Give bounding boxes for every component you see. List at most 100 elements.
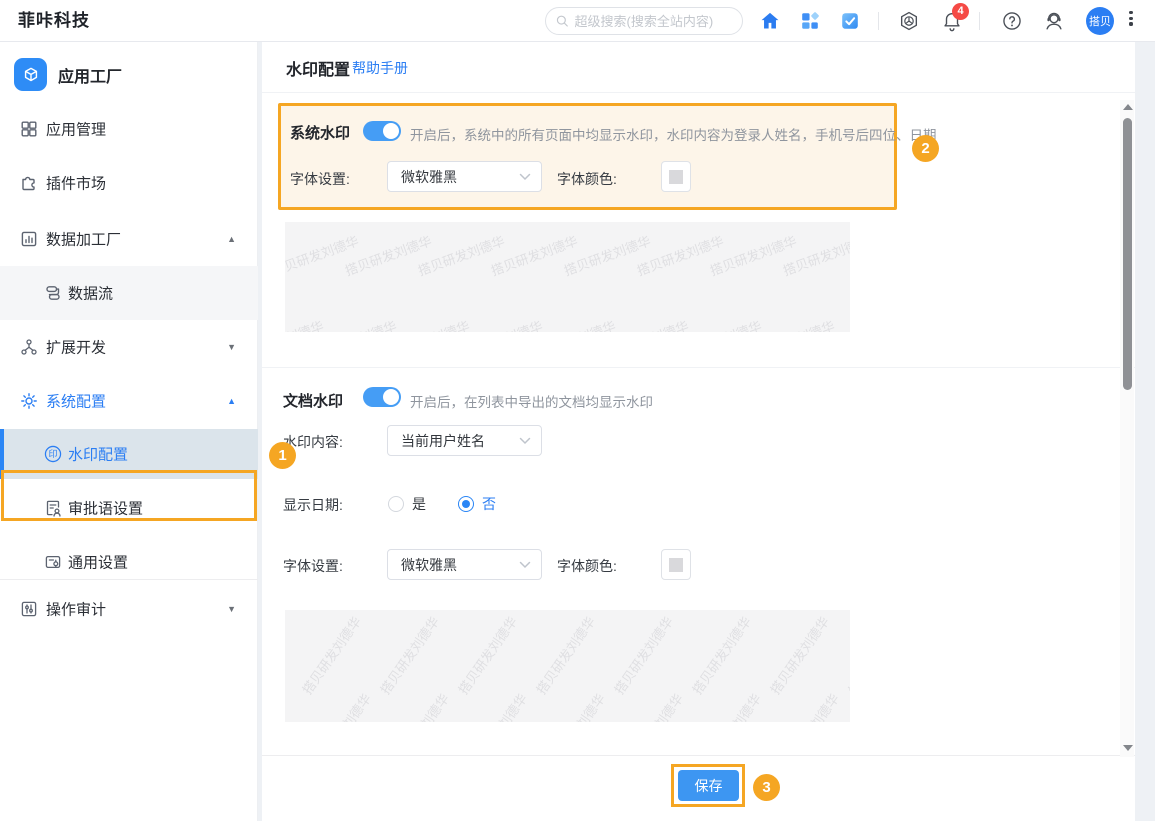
sidebar-item-operation-audit[interactable]: 操作审计 ▼ [0, 582, 258, 636]
notification-badge: 4 [952, 3, 969, 20]
show-date-radio-no[interactable]: 否 [458, 494, 496, 514]
doc-watermark-toggle[interactable] [363, 387, 401, 407]
watermark-text: 搭贝研发刘德华 [697, 689, 765, 722]
sidebar-item-label: 水印配置 [68, 444, 128, 465]
watermark-text: 搭贝研发刘德华 [453, 612, 521, 697]
app-window: 菲咔科技 4 搭贝 应用工厂 应用管理 [0, 0, 1155, 821]
app-management-icon [20, 120, 38, 138]
watermark-content-select[interactable]: 当前用户姓名 [387, 425, 542, 456]
sidebar-item-data-flow[interactable]: 数据流 [0, 266, 258, 320]
approval-doc-icon [44, 499, 62, 517]
home-icon[interactable] [759, 10, 781, 32]
sidebar-item-extension-dev[interactable]: 扩展开发 ▼ [0, 320, 258, 374]
system-watermark-label: 系统水印 [290, 122, 350, 143]
sidebar-item-label: 数据加工厂 [46, 229, 121, 250]
customer-support-icon[interactable] [1043, 10, 1065, 32]
extension-dev-icon [20, 338, 38, 356]
doc-watermark-preview: 搭贝研发刘德华搭贝研发刘德华搭贝研发刘德华搭贝研发刘德华搭贝研发刘德华搭贝研发刘… [285, 610, 850, 722]
help-icon[interactable] [1001, 10, 1023, 32]
radio-circle-icon [458, 496, 474, 512]
doc-watermark-description: 开启后，在列表中导出的文档均显示水印 [410, 391, 653, 411]
search-input[interactable] [575, 14, 732, 29]
chevron-down-icon [519, 437, 531, 445]
app-factory-icon [14, 58, 47, 91]
system-config-gear-icon [20, 392, 38, 410]
console-hexagon-icon[interactable] [898, 10, 920, 32]
sidebar-item-plugin-market[interactable]: 插件市场 [0, 156, 258, 210]
footer-divider [262, 755, 1135, 756]
sidebar-item-app-management[interactable]: 应用管理 [0, 102, 258, 156]
chevron-down-icon [519, 561, 531, 569]
system-font-select[interactable]: 微软雅黑 [387, 161, 542, 192]
watermark-text: 搭贝研发刘德华 [307, 689, 375, 722]
watermark-text: 搭贝研发刘德华 [687, 612, 755, 697]
scrollbar-up-arrow[interactable] [1123, 104, 1133, 110]
watermark-text: 搭贝研发刘德华 [619, 689, 687, 722]
radio-circle-icon [388, 496, 404, 512]
search-icon [556, 14, 569, 28]
system-watermark-section [278, 103, 897, 210]
watermark-text: 搭贝研发刘德华 [463, 689, 531, 722]
sidebar-divider [0, 579, 258, 580]
annotation-step-3: 3 [753, 774, 780, 801]
watermark-text: 搭贝研发刘德华 [297, 612, 365, 697]
show-date-label: 显示日期: [283, 495, 343, 515]
doc-font-color-picker[interactable] [661, 549, 691, 580]
plugin-market-icon [20, 174, 38, 192]
annotation-step-1: 1 [269, 442, 296, 469]
brand-logo: 菲咔科技 [18, 0, 90, 41]
sidebar-item-label: 应用工厂 [58, 63, 122, 87]
sidebar-item-label: 操作审计 [46, 599, 106, 620]
system-font-color-picker[interactable] [661, 161, 691, 192]
watermark-text: 搭贝研发刘德华 [531, 612, 599, 697]
save-button[interactable]: 保存 [678, 770, 739, 801]
data-factory-icon [20, 230, 38, 248]
main-content: 水印配置 帮助手册 系统水印 开启后，系统中的所有页面中均显示水印，水印内容为登… [262, 42, 1135, 821]
global-search[interactable] [545, 7, 743, 35]
topbar-divider [979, 12, 980, 30]
font-setting-label: 字体设置: [290, 169, 350, 189]
watermark-content-value: 当前用户姓名 [401, 431, 485, 451]
help-manual-link[interactable]: 帮助手册 [352, 58, 408, 78]
user-avatar[interactable]: 搭贝 [1086, 7, 1114, 35]
radio-label: 是 [412, 494, 426, 514]
sidebar-item-label: 数据流 [68, 283, 113, 304]
watermark-text: 搭贝研发刘德华 [775, 689, 843, 722]
sidebar-item-system-config[interactable]: 系统配置 ▲ [0, 374, 258, 428]
show-date-radio-yes[interactable]: 是 [388, 494, 426, 514]
watermark-text: 搭贝研发刘德华 [843, 612, 850, 697]
sidebar-item-label: 审批语设置 [68, 498, 143, 519]
todo-check-icon[interactable] [839, 10, 861, 32]
chevron-down-icon [519, 173, 531, 181]
sidebar-item-watermark-config[interactable]: 印 水印配置 [0, 429, 258, 479]
sidebar-item-app-factory[interactable]: 应用工厂 [0, 48, 258, 102]
watermark-text: 搭贝研发刘德华 [385, 689, 453, 722]
sidebar-item-general-settings[interactable]: 通用设置 [0, 535, 258, 589]
watermark-text: 搭贝研发刘德华 [609, 612, 677, 697]
watermark-text: 搭贝研发刘德华 [765, 612, 833, 697]
sidebar-nav: 应用工厂 应用管理 插件市场 数据加工厂 ▲ 数据流 扩展开发 ▼ 系统配置 [0, 42, 258, 821]
doc-font-value: 微软雅黑 [401, 555, 457, 575]
sidebar-item-approval-settings[interactable]: 审批语设置 [0, 481, 258, 535]
operation-audit-icon [20, 600, 38, 618]
expand-down-icon: ▼ [227, 604, 236, 614]
expand-down-icon: ▼ [227, 342, 236, 352]
watermark-text: 搭贝研发刘德华 [541, 689, 609, 722]
collapse-up-icon: ▲ [227, 396, 236, 406]
scrollbar-thumb[interactable] [1123, 118, 1132, 390]
doc-font-select[interactable]: 微软雅黑 [387, 549, 542, 580]
font-color-label: 字体颜色: [557, 169, 617, 189]
watermark-stamp-icon: 印 [44, 445, 62, 463]
sidebar-item-data-factory[interactable]: 数据加工厂 ▲ [0, 212, 258, 266]
font-setting-label: 字体设置: [283, 556, 343, 576]
system-watermark-toggle[interactable] [363, 121, 401, 141]
system-font-value: 微软雅黑 [401, 167, 457, 187]
more-menu-icon[interactable] [1124, 11, 1138, 31]
collapse-up-icon: ▲ [227, 234, 236, 244]
scrollbar-down-arrow[interactable] [1123, 745, 1133, 751]
sidebar-item-label: 系统配置 [46, 391, 106, 412]
annotation-step-2: 2 [912, 135, 939, 162]
apps-grid-icon[interactable] [799, 10, 821, 32]
sidebar-item-label: 扩展开发 [46, 337, 106, 358]
sidebar-item-label: 通用设置 [68, 552, 128, 573]
